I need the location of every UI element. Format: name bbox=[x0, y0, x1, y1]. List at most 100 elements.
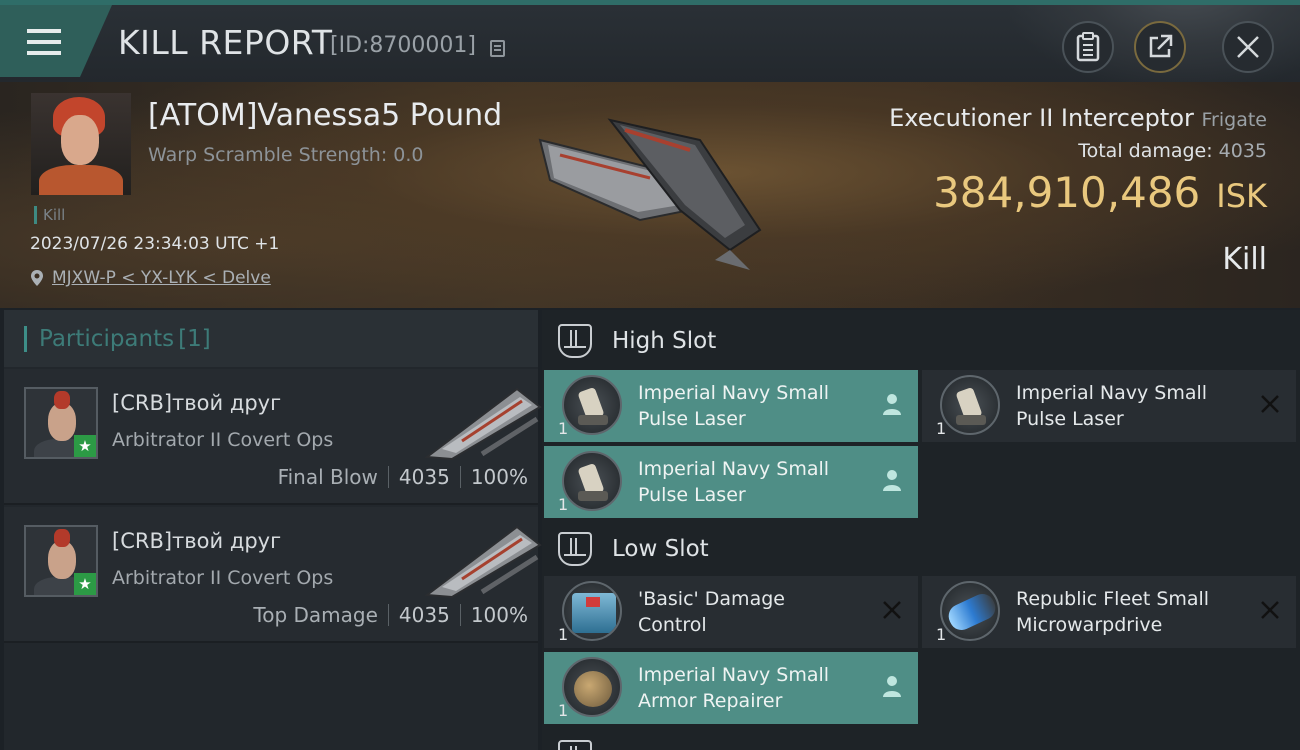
high-slot-label: High Slot bbox=[612, 328, 717, 354]
total-damage-value: 4035 bbox=[1218, 140, 1267, 162]
kill-tag: Kill bbox=[34, 206, 65, 224]
fitting-item[interactable]: 1 Imperial Navy Small Pulse Laser bbox=[922, 370, 1296, 442]
item-name-line1: Imperial Navy Small bbox=[638, 664, 830, 686]
microwarpdrive-icon bbox=[940, 581, 1000, 641]
item-name: Imperial Navy Small Pulse Laser bbox=[638, 456, 878, 508]
item-name-line2: Armor Repairer bbox=[638, 690, 783, 712]
destroyed-x-icon bbox=[1261, 601, 1279, 619]
share-icon bbox=[1149, 34, 1173, 58]
item-name: Imperial Navy Small Pulse Laser bbox=[1016, 380, 1256, 432]
warp-scramble-strength: Warp Scramble Strength: 0.0 bbox=[148, 144, 424, 166]
fitting-item[interactable]: 1 'Basic' Damage Control bbox=[544, 576, 918, 648]
fitting-item[interactable]: 1 Imperial Navy Small Armor Repairer bbox=[544, 652, 918, 724]
low-slot-label: Low Slot bbox=[612, 536, 709, 562]
mid-slot-icon bbox=[558, 740, 592, 750]
ship-class: Frigate bbox=[1201, 109, 1267, 131]
kill-timestamp: 2023/07/26 23:34:03 UTC +1 bbox=[30, 234, 280, 254]
isk-value: 384,910,486 ISK bbox=[933, 168, 1267, 217]
participants-title-text: Participants bbox=[39, 326, 175, 352]
page-title: KILL REPORT bbox=[118, 23, 333, 62]
participant-damage: 4035 bbox=[398, 465, 450, 489]
item-name-line2: Control bbox=[638, 614, 707, 636]
dropped-person-icon bbox=[883, 676, 901, 697]
item-name-line1: Imperial Navy Small bbox=[638, 382, 830, 404]
item-name-line2: Pulse Laser bbox=[1016, 408, 1124, 430]
participants-header: Participants [1] bbox=[4, 310, 538, 367]
kill-location[interactable]: MJXW-P < YX-LYK < Delve bbox=[30, 268, 271, 288]
victim-name[interactable]: [ATOM]Vanessa5 Pound bbox=[148, 98, 502, 133]
isk-unit: ISK bbox=[1216, 177, 1267, 215]
top-bar: KILL REPORT [ID:8700001] bbox=[0, 0, 1300, 87]
dropped-person-icon bbox=[883, 394, 901, 415]
armor-repairer-icon bbox=[562, 657, 622, 717]
low-slot-header: Low Slot bbox=[542, 520, 1300, 578]
item-quantity: 1 bbox=[558, 701, 569, 720]
participant-portrait[interactable]: ★ bbox=[24, 525, 98, 597]
item-quantity: 1 bbox=[558, 419, 569, 438]
victim-ship-image bbox=[538, 118, 762, 270]
item-name: Imperial Navy Small Pulse Laser bbox=[638, 380, 878, 432]
victim-ship[interactable]: Executioner II Interceptor Frigate bbox=[889, 104, 1267, 132]
pulse-laser-icon bbox=[562, 451, 622, 511]
participant-name: [CRB]твой друг bbox=[112, 391, 282, 415]
item-name: Imperial Navy Small Armor Repairer bbox=[638, 662, 878, 714]
fitting-item[interactable]: 1 Imperial Navy Small Pulse Laser bbox=[544, 370, 918, 442]
location-link[interactable]: MJXW-P < YX-LYK < Delve bbox=[52, 268, 271, 288]
item-name-line1: Imperial Navy Small bbox=[638, 458, 830, 480]
copy-icon[interactable] bbox=[490, 40, 505, 57]
participants-panel: Participants [1] ★ [CRB]твой друг Arbitra… bbox=[4, 310, 542, 750]
participant-stats: Final Blow 4035 100% bbox=[278, 465, 528, 489]
kill-result: Kill bbox=[1222, 242, 1267, 277]
item-quantity: 1 bbox=[558, 495, 569, 514]
pulse-laser-icon bbox=[562, 375, 622, 435]
participant-ship: Arbitrator II Covert Ops bbox=[112, 567, 334, 589]
high-slot-header: High Slot bbox=[542, 312, 1300, 370]
mid-slot-header-partial bbox=[542, 728, 1300, 750]
report-id: [ID:8700001] bbox=[330, 33, 476, 58]
participants-title: Participants [1] bbox=[24, 326, 211, 352]
menu-button[interactable] bbox=[0, 5, 112, 77]
destroyed-x-icon bbox=[1261, 395, 1279, 413]
item-name-line2: Pulse Laser bbox=[638, 408, 746, 430]
total-damage: Total damage: 4035 bbox=[1078, 140, 1267, 162]
fitting-item[interactable]: 1 Republic Fleet Small Microwarpdrive bbox=[922, 576, 1296, 648]
participant-row[interactable]: ★ [CRB]твой друг Arbitrator II Covert Op… bbox=[4, 369, 542, 505]
item-name: 'Basic' Damage Control bbox=[638, 586, 878, 638]
item-quantity: 1 bbox=[936, 625, 947, 644]
participant-role: Final Blow bbox=[277, 465, 378, 489]
item-name-line2: Microwarpdrive bbox=[1016, 614, 1163, 636]
participant-percent: 100% bbox=[470, 465, 528, 489]
clipboard-button[interactable] bbox=[1062, 21, 1114, 73]
participant-role: Top Damage bbox=[253, 603, 378, 627]
participant-row[interactable]: ★ [CRB]твой друг Arbitrator II Covert Op… bbox=[4, 507, 542, 643]
participant-ship: Arbitrator II Covert Ops bbox=[112, 429, 334, 451]
ship-name: Executioner II Interceptor bbox=[889, 104, 1194, 132]
pulse-laser-icon bbox=[940, 375, 1000, 435]
participant-portrait[interactable]: ★ bbox=[24, 387, 98, 459]
victim-portrait[interactable] bbox=[31, 93, 131, 195]
participant-name: [CRB]твой друг bbox=[112, 529, 282, 553]
location-pin-icon bbox=[31, 270, 43, 286]
star-icon: ★ bbox=[74, 573, 96, 595]
fitting-item[interactable]: 1 Imperial Navy Small Pulse Laser bbox=[544, 446, 918, 518]
item-name: Republic Fleet Small Microwarpdrive bbox=[1016, 586, 1256, 638]
item-quantity: 1 bbox=[558, 625, 569, 644]
participant-ship-image bbox=[424, 387, 542, 461]
low-slot-icon bbox=[558, 532, 592, 566]
close-icon bbox=[1237, 36, 1259, 58]
damage-control-icon bbox=[562, 581, 622, 641]
total-damage-label: Total damage: bbox=[1078, 140, 1213, 162]
share-button[interactable] bbox=[1134, 21, 1186, 73]
close-button[interactable] bbox=[1222, 21, 1274, 73]
clipboard-icon bbox=[1076, 32, 1100, 62]
item-name-line1: Republic Fleet Small bbox=[1016, 588, 1210, 610]
fittings-panel: High Slot 1 Imperial Navy Small Pulse La… bbox=[542, 310, 1300, 750]
item-quantity: 1 bbox=[936, 419, 947, 438]
high-slot-icon bbox=[558, 324, 592, 358]
participant-stats: Top Damage 4035 100% bbox=[253, 603, 528, 627]
participants-count: [1] bbox=[178, 326, 211, 352]
isk-amount: 384,910,486 bbox=[933, 168, 1201, 217]
star-icon: ★ bbox=[74, 435, 96, 457]
dropped-person-icon bbox=[883, 470, 901, 491]
item-name-line2: Pulse Laser bbox=[638, 484, 746, 506]
